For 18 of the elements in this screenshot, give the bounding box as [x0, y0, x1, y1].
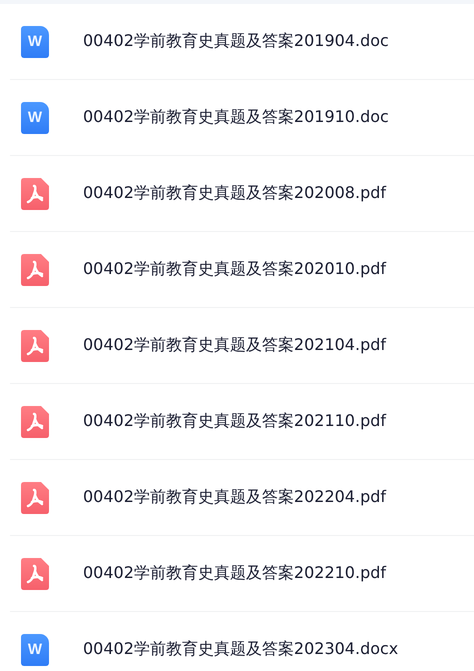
pdf-file-icon — [21, 178, 49, 210]
pdf-file-icon — [21, 330, 49, 362]
file-name[interactable]: 00402学前教育史真题及答案202104.pdf — [83, 335, 386, 356]
word-file-icon: W — [21, 102, 49, 134]
pdf-file-icon — [21, 558, 49, 590]
file-name[interactable]: 00402学前教育史真题及答案202204.pdf — [83, 487, 386, 508]
pdf-file-icon — [21, 482, 49, 514]
file-name[interactable]: 00402学前教育史真题及答案202110.pdf — [83, 411, 386, 432]
file-name[interactable]: 00402学前教育史真题及答案201904.doc — [83, 31, 389, 52]
pdf-file-icon — [21, 254, 49, 286]
file-name[interactable]: 00402学前教育史真题及答案202010.pdf — [83, 259, 386, 280]
file-name[interactable]: 00402学前教育史真题及答案202008.pdf — [83, 183, 386, 204]
file-name[interactable]: 00402学前教育史真题及答案202210.pdf — [83, 563, 386, 584]
file-name[interactable]: 00402学前教育史真题及答案202304.docx — [83, 639, 398, 660]
word-file-icon: W — [21, 26, 49, 58]
file-name[interactable]: 00402学前教育史真题及答案201910.doc — [83, 107, 389, 128]
word-file-icon: W — [21, 634, 49, 666]
pdf-file-icon — [21, 406, 49, 438]
